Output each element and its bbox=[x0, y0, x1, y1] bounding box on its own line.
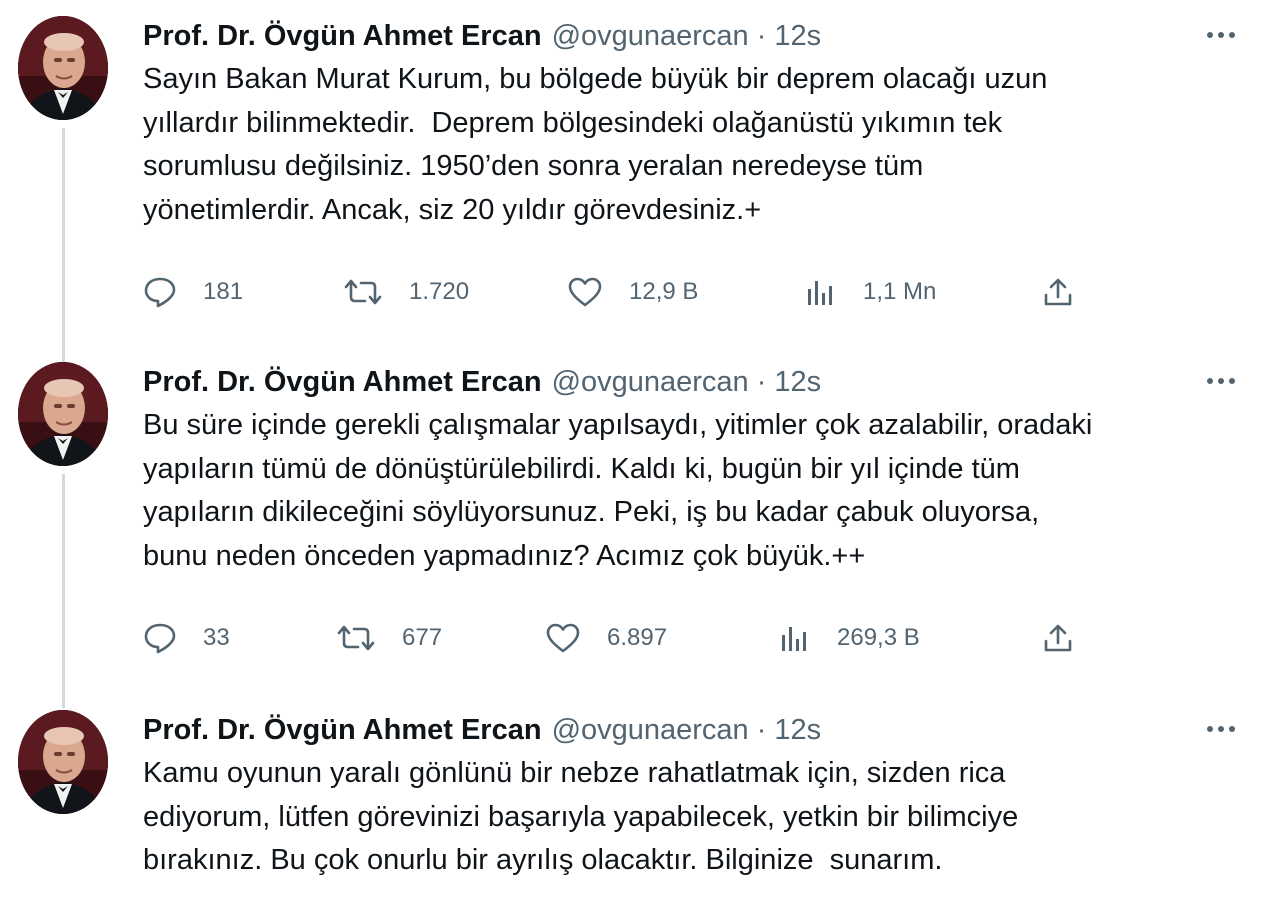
views-button[interactable]: 1,1 Mn bbox=[805, 270, 936, 314]
retweet-count: 1.720 bbox=[409, 278, 470, 305]
like-button[interactable]: 6.897 bbox=[545, 616, 667, 660]
more-button[interactable] bbox=[1201, 714, 1241, 744]
like-count: 6.897 bbox=[607, 624, 668, 651]
avatar[interactable] bbox=[18, 16, 108, 120]
tweet-1[interactable]: Prof. Dr. Övgün Ahmet Ercan @ovgunaercan… bbox=[0, 16, 1280, 366]
heart-icon bbox=[568, 277, 602, 307]
reply-icon bbox=[144, 623, 176, 654]
tweet-text: Sayın Bakan Murat Kurum, bu bölgede büyü… bbox=[143, 63, 1048, 226]
author-name[interactable]: Prof. Dr. Övgün Ahmet Ercan bbox=[143, 710, 542, 750]
share-button[interactable] bbox=[1041, 270, 1075, 314]
author-name[interactable]: Prof. Dr. Övgün Ahmet Ercan bbox=[143, 362, 542, 402]
share-button[interactable] bbox=[1041, 616, 1075, 660]
retweet-icon bbox=[337, 625, 375, 651]
action-bar: 181 1.720 12,9 B 1,1 Mn bbox=[143, 270, 1073, 314]
reply-icon bbox=[144, 277, 176, 308]
analytics-icon bbox=[808, 281, 832, 305]
tweet-thread: Prof. Dr. Övgün Ahmet Ercan @ovgunaercan… bbox=[0, 0, 1280, 897]
views-count: 269,3 B bbox=[837, 624, 920, 651]
tweet-content: Prof. Dr. Övgün Ahmet Ercan @ovgunaercan… bbox=[143, 710, 1253, 883]
author-name[interactable]: Prof. Dr. Övgün Ahmet Ercan bbox=[143, 16, 542, 56]
avatar-column bbox=[18, 710, 110, 814]
more-button[interactable] bbox=[1201, 20, 1241, 50]
analytics-icon bbox=[782, 627, 806, 651]
tweet-content: Prof. Dr. Övgün Ahmet Ercan @ovgunaercan… bbox=[143, 362, 1253, 654]
more-dots-icon bbox=[1207, 378, 1235, 384]
avatar-portrait bbox=[18, 362, 108, 466]
tweet-header: Prof. Dr. Övgün Ahmet Ercan @ovgunaercan… bbox=[143, 362, 1253, 402]
like-count: 12,9 B bbox=[629, 278, 699, 305]
avatar-portrait bbox=[18, 710, 108, 814]
tweet-3[interactable]: Prof. Dr. Övgün Ahmet Ercan @ovgunaercan… bbox=[0, 710, 1280, 897]
views-count: 1,1 Mn bbox=[863, 278, 937, 305]
views-button[interactable]: 269,3 B bbox=[779, 616, 920, 660]
like-button[interactable]: 12,9 B bbox=[567, 270, 698, 314]
timestamp[interactable]: 12s bbox=[774, 710, 821, 750]
more-dots-icon bbox=[1207, 726, 1235, 732]
retweet-count: 677 bbox=[402, 624, 443, 651]
avatar[interactable] bbox=[18, 710, 108, 814]
retweet-button[interactable]: 1.720 bbox=[343, 270, 469, 314]
thread-connector bbox=[62, 128, 65, 366]
reply-count: 33 bbox=[203, 624, 230, 651]
tweet-header: Prof. Dr. Övgün Ahmet Ercan @ovgunaercan… bbox=[143, 710, 1253, 750]
author-handle[interactable]: @ovgunaercan bbox=[552, 710, 749, 750]
share-icon bbox=[1044, 624, 1072, 652]
timestamp[interactable]: 12s bbox=[774, 16, 821, 56]
separator: · bbox=[756, 20, 767, 52]
heart-icon bbox=[546, 623, 580, 653]
tweet-header: Prof. Dr. Övgün Ahmet Ercan @ovgunaercan… bbox=[143, 16, 1253, 56]
separator: · bbox=[756, 714, 767, 746]
separator: · bbox=[756, 366, 767, 398]
avatar[interactable] bbox=[18, 362, 108, 466]
reply-count: 181 bbox=[203, 278, 244, 305]
author-handle[interactable]: @ovgunaercan bbox=[552, 362, 749, 402]
share-icon bbox=[1044, 278, 1072, 306]
timestamp[interactable]: 12s bbox=[774, 362, 821, 402]
avatar-portrait bbox=[18, 16, 108, 120]
more-button[interactable] bbox=[1201, 366, 1241, 396]
tweet-content: Prof. Dr. Övgün Ahmet Ercan @ovgunaercan… bbox=[143, 16, 1253, 308]
tweet-text: Bu süre içinde gerekli çalışmalar yapıls… bbox=[143, 409, 1093, 572]
tweet-2[interactable]: Prof. Dr. Övgün Ahmet Ercan @ovgunaercan… bbox=[0, 362, 1280, 708]
retweet-icon bbox=[344, 279, 382, 305]
more-dots-icon bbox=[1207, 32, 1235, 38]
reply-button[interactable]: 33 bbox=[143, 616, 230, 660]
reply-button[interactable]: 181 bbox=[143, 270, 243, 314]
retweet-button[interactable]: 677 bbox=[336, 616, 442, 660]
thread-connector bbox=[62, 474, 65, 708]
avatar-column bbox=[18, 16, 110, 120]
tweet-text: Kamu oyunun yaralı gönlünü bir nebze rah… bbox=[143, 757, 1019, 876]
action-bar: 33 677 6.897 269,3 B bbox=[143, 616, 1073, 660]
avatar-column bbox=[18, 362, 110, 466]
author-handle[interactable]: @ovgunaercan bbox=[552, 16, 749, 56]
